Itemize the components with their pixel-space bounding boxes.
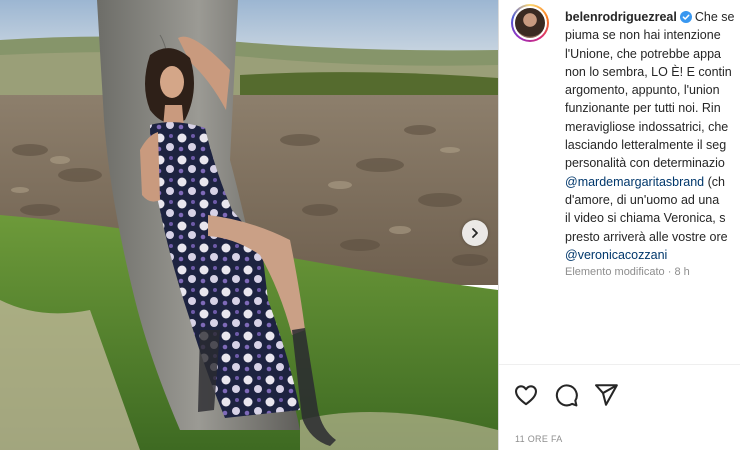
edited-time[interactable]: 8 h — [674, 266, 689, 278]
caption-line-5: funzionante per tutti noi. Rin — [565, 101, 721, 116]
caption-line-2: l'Unione, che potrebbe appa — [565, 46, 721, 61]
avatar[interactable] — [511, 4, 549, 42]
edited-info: Elemento modificato · 8 h — [565, 266, 690, 278]
post-caption: belenrodriguezreal Che se piuma se non ha… — [565, 8, 740, 264]
mention-mardemargaritasbrand[interactable]: @mardemargaritasbrand — [565, 175, 704, 189]
verified-badge-icon — [679, 11, 692, 23]
caption-line-8: personalità con determinazio — [565, 156, 725, 171]
caption-line-10: d'amore, di un'uomo ad una — [565, 192, 720, 207]
caption-line-13: @veronicacozzani — [565, 246, 740, 264]
caption-line-11: il video si chiama Veronica, s — [565, 211, 726, 226]
action-bar — [513, 382, 619, 408]
mention-veronicacozzani[interactable]: @veronicacozzani — [565, 248, 667, 262]
comment-icon — [555, 384, 578, 407]
chevron-right-icon — [472, 228, 478, 238]
share-button[interactable] — [593, 382, 619, 408]
post-details-panel: belenrodriguezreal Che se piuma se non ha… — [499, 0, 740, 450]
actions-divider — [499, 364, 740, 365]
photo-image — [0, 0, 498, 450]
caption-line-4: argomento, appunto, l'union — [565, 83, 720, 98]
caption-line-9: @mardemargaritasbrand (ch — [565, 174, 725, 189]
edited-label: Elemento modificato — [565, 266, 665, 278]
post-photo[interactable] — [0, 0, 498, 450]
comment-button[interactable] — [553, 382, 579, 408]
post-timestamp[interactable]: 11 ORE FA — [515, 434, 563, 444]
caption-line-7: lasciando letteralmente il seg — [565, 138, 727, 153]
like-button[interactable] — [513, 382, 539, 408]
caption-line-12: presto arriverà alle vostre ore — [565, 229, 728, 244]
caption-line-3: non lo sembra, LO È! E contin — [565, 64, 732, 79]
share-icon — [595, 384, 618, 406]
caption-line-0: belenrodriguezreal Che se — [565, 10, 735, 24]
heart-icon — [515, 385, 537, 406]
next-photo-button[interactable] — [462, 220, 488, 246]
caption-line-1: piuma se non hai intenzione — [565, 28, 721, 43]
username-link[interactable]: belenrodriguezreal — [565, 10, 677, 24]
caption-line-6: meravigliose indossatrici, che — [565, 119, 729, 134]
